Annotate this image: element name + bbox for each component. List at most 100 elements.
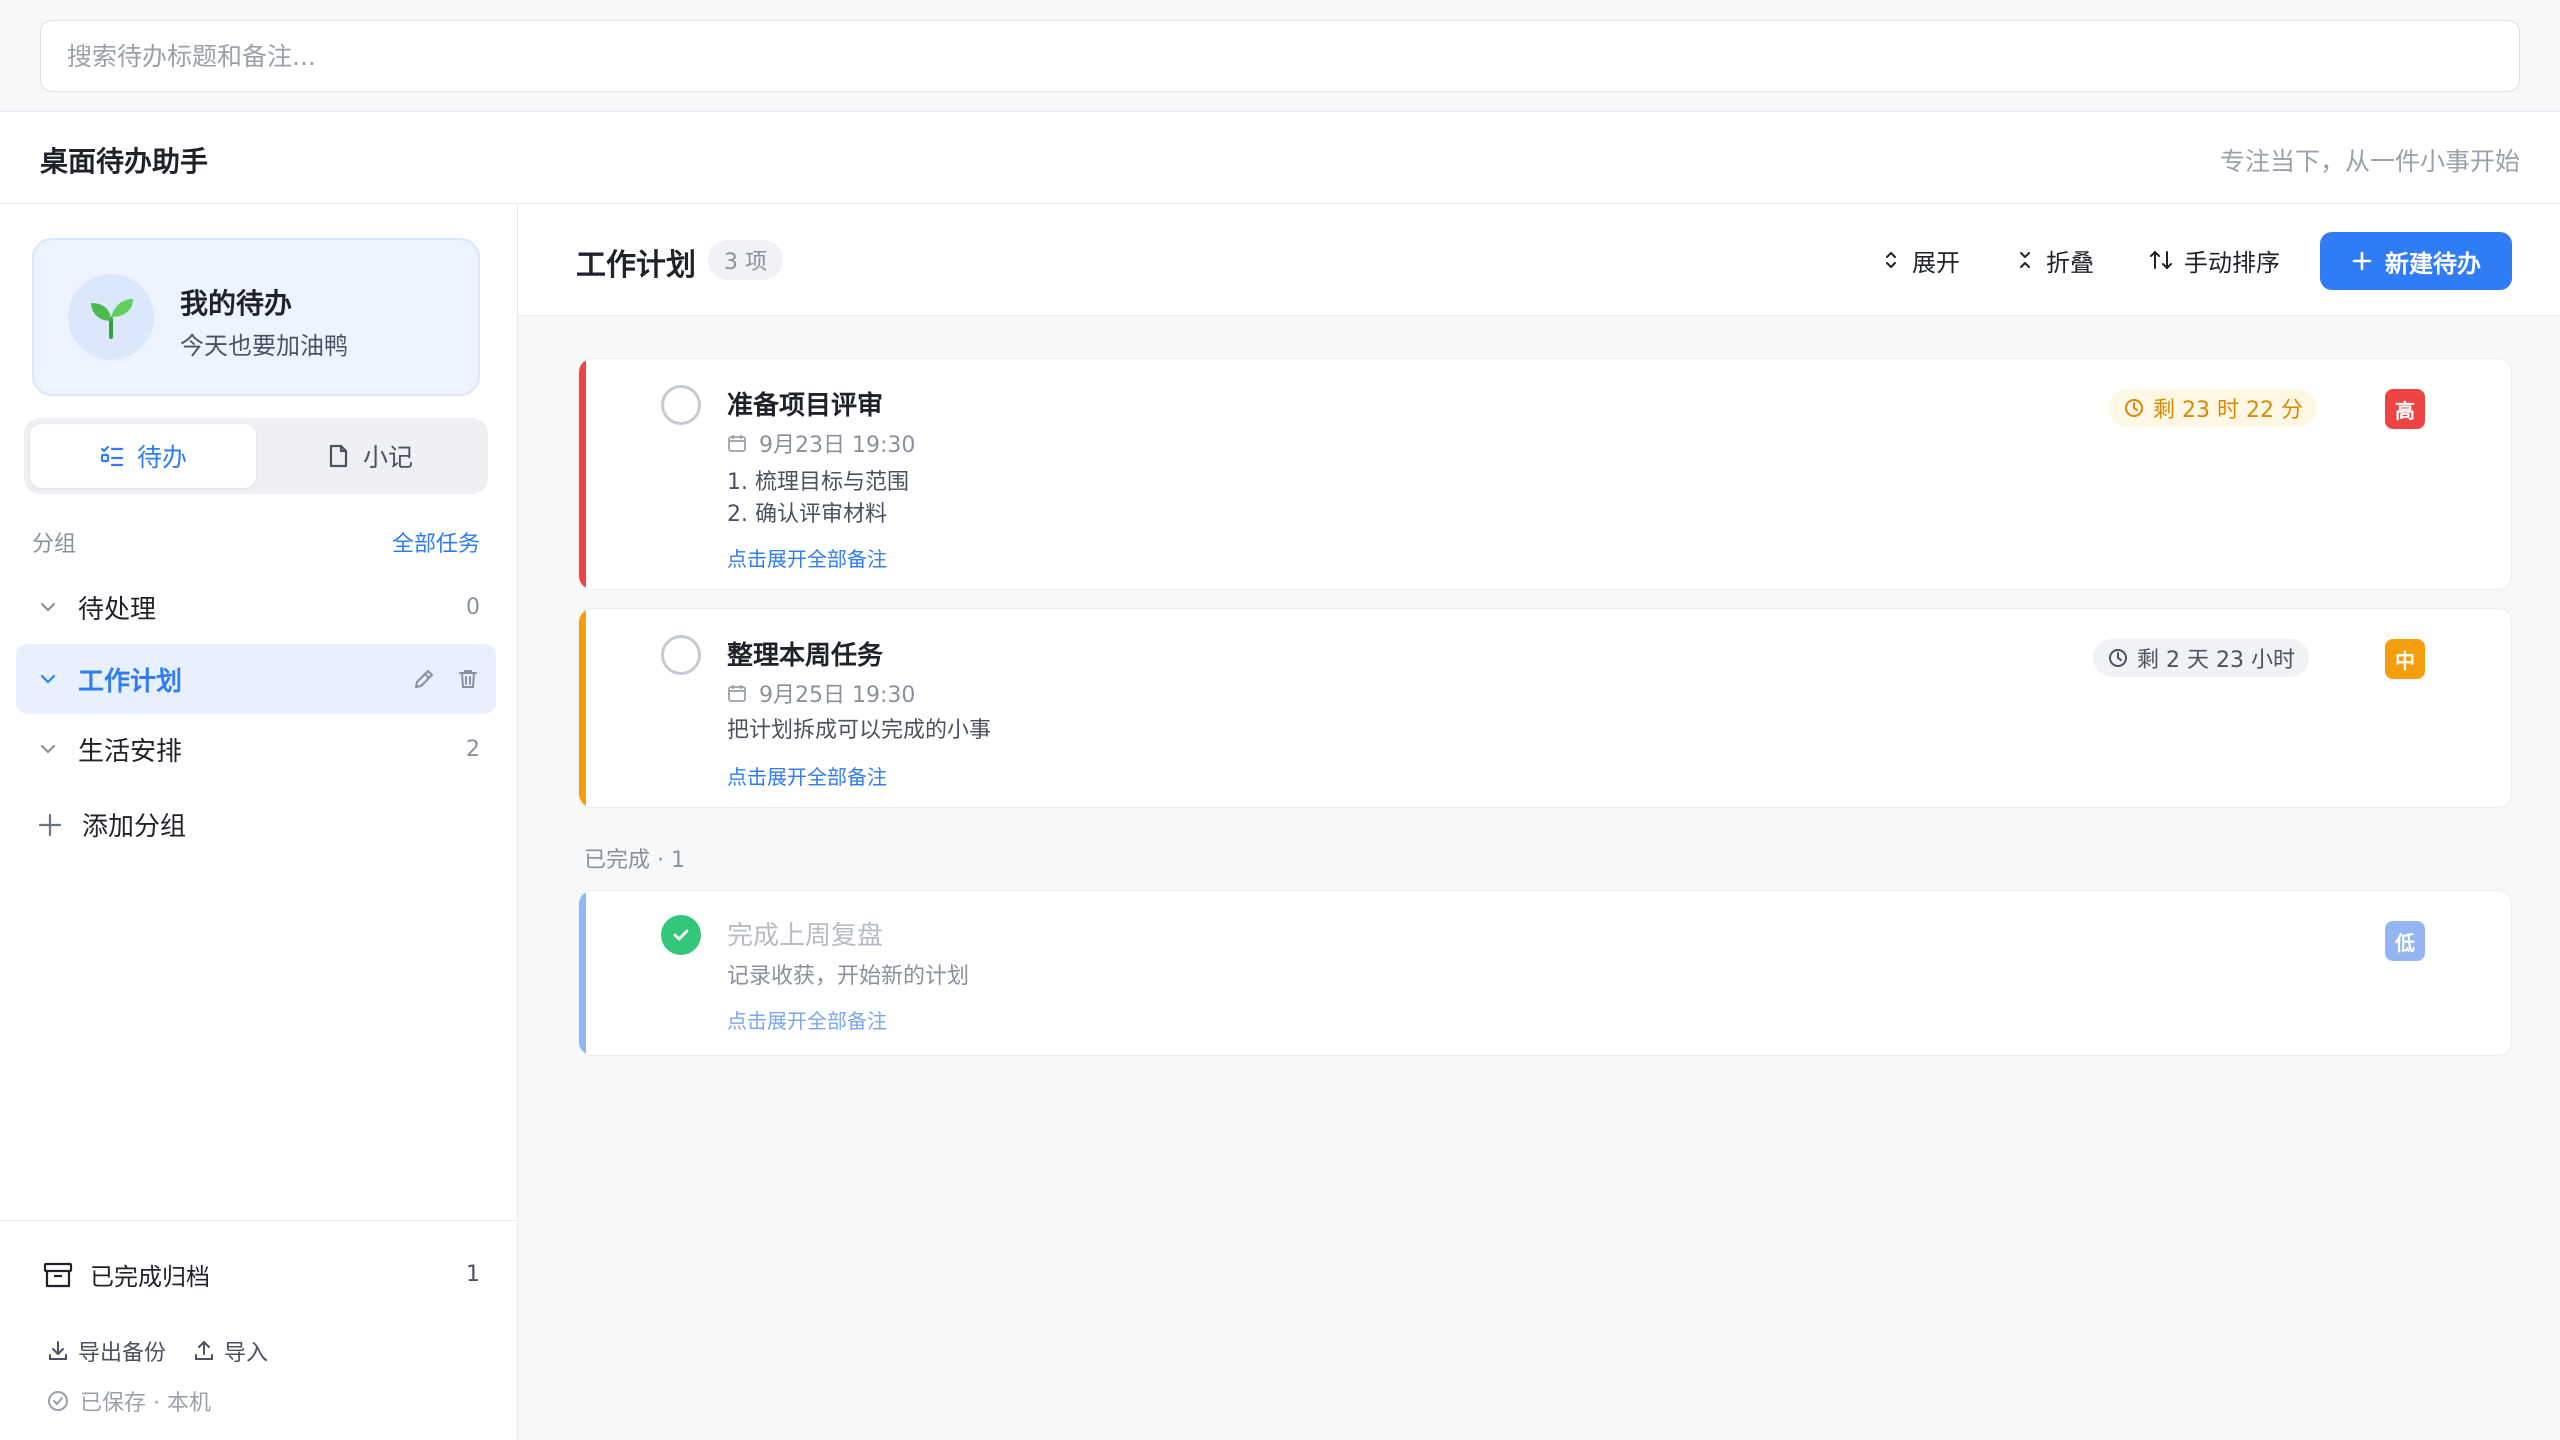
group-name: 生活安排 <box>78 736 183 767</box>
task-card[interactable]: 整理本周任务 9月25日 19:30 把计划拆成可以完成的小事 点击展开全部备注… <box>578 608 2512 808</box>
sort-label: 手动排序 <box>2184 248 2280 277</box>
task-checkbox[interactable] <box>661 385 701 425</box>
remaining-time-text: 剩 23 时 22 分 <box>2153 398 2303 423</box>
plus-icon <box>2351 250 2373 272</box>
task-card-done[interactable]: 完成上周复盘 记录收获，开始新的计划 点击展开全部备注 低 <box>578 890 2512 1056</box>
tab-notes-label: 小记 <box>362 443 413 472</box>
task-card[interactable]: 准备项目评审 9月23日 19:30 1. 梳理目标与范围 2. 确认评审材料 … <box>578 358 2512 590</box>
calendar-icon <box>727 683 747 703</box>
collapse-all-label: 折叠 <box>2046 248 2094 277</box>
task-date-text: 9月25日 19:30 <box>759 683 916 708</box>
calendar-icon <box>727 433 747 453</box>
profile-subtitle: 今天也要加油鸭 <box>180 332 348 360</box>
task-title: 完成上周复盘 <box>727 921 884 951</box>
group-item-life[interactable]: 生活安排 2 <box>16 714 496 784</box>
priority-badge: 高 <box>2385 389 2425 429</box>
chevrons-expand-icon <box>1880 249 1902 271</box>
tab-todo-label: 待办 <box>136 443 187 472</box>
group-name: 工作计划 <box>78 666 183 697</box>
task-date-text: 9月23日 19:30 <box>759 433 916 458</box>
upload-icon <box>192 1339 216 1363</box>
backup-tools: 导出备份 导入 <box>46 1335 268 1367</box>
archive-count: 1 <box>466 1262 480 1287</box>
plus-icon <box>36 811 64 839</box>
export-button[interactable]: 导出备份 <box>46 1335 166 1367</box>
search-box[interactable] <box>40 20 2520 92</box>
groups-label: 分组 <box>32 532 77 557</box>
collapse-all-button[interactable]: 折叠 <box>2014 238 2094 282</box>
check-circle-icon <box>46 1389 70 1413</box>
chevron-down-icon <box>36 737 60 761</box>
add-group-button[interactable]: 添加分组 <box>36 806 186 843</box>
all-tasks-link[interactable]: 全部任务 <box>392 526 480 558</box>
expand-all-label: 展开 <box>1912 248 1960 277</box>
priority-badge: 中 <box>2385 639 2425 679</box>
sidebar-footer: 已完成归档 1 导出备份 导入 已保存 · 本机 <box>0 1220 516 1440</box>
edit-icon[interactable] <box>412 667 436 691</box>
search-input[interactable] <box>67 41 2493 71</box>
expand-notes-link[interactable]: 点击展开全部备注 <box>727 761 887 790</box>
checklist-icon <box>99 443 125 469</box>
profile-name: 我的待办 <box>180 287 293 320</box>
priority-stripe <box>579 891 586 1055</box>
task-date: 9月23日 19:30 <box>727 427 915 459</box>
priority-stripe <box>579 359 586 589</box>
save-status-text: 已保存 · 本机 <box>80 1391 211 1416</box>
sort-button[interactable]: 手动排序 <box>2148 238 2280 282</box>
task-count-badge: 3 项 <box>708 240 783 280</box>
import-label: 导入 <box>224 1341 269 1366</box>
new-todo-label: 新建待办 <box>2385 249 2481 278</box>
expand-notes-link[interactable]: 点击展开全部备注 <box>727 543 887 572</box>
task-note-line: 记录收获，开始新的计划 <box>727 964 970 989</box>
profile-card: 我的待办 今天也要加油鸭 <box>32 238 480 396</box>
app-slogan: 专注当下，从一件小事开始 <box>2219 147 2520 176</box>
group-name: 待处理 <box>78 594 157 625</box>
task-checkbox[interactable] <box>661 635 701 675</box>
new-todo-button[interactable]: 新建待办 <box>2320 232 2512 290</box>
expand-all-button[interactable]: 展开 <box>1880 238 1960 282</box>
task-note-line: 2. 确认评审材料 <box>727 502 887 527</box>
archive-label: 已完成归档 <box>90 1263 210 1291</box>
add-group-label: 添加分组 <box>82 812 187 842</box>
task-note-line: 把计划拆成可以完成的小事 <box>727 718 992 743</box>
group-item-work[interactable]: 工作计划 <box>16 644 496 714</box>
checkmark-icon <box>670 924 692 946</box>
top-bar <box>0 0 2560 112</box>
sidebar: 我的待办 今天也要加油鸭 待办 小记 分组 全部任务 待处理 0 工作计划 生活… <box>0 204 518 1440</box>
tab-notes[interactable]: 小记 <box>256 424 482 488</box>
chevron-down-icon <box>36 667 60 691</box>
group-count: 2 <box>466 736 480 762</box>
task-checkbox-checked[interactable] <box>661 915 701 955</box>
chevron-down-icon <box>36 595 60 619</box>
download-icon <box>46 1339 70 1363</box>
chevrons-collapse-icon <box>2014 249 2036 271</box>
completed-section-label: 已完成 · 1 <box>584 848 685 873</box>
view-tabs: 待办 小记 <box>24 418 488 494</box>
task-title: 整理本周任务 <box>727 641 884 671</box>
avatar <box>68 274 154 360</box>
group-actions <box>412 667 480 691</box>
archive-icon <box>42 1259 74 1291</box>
remaining-time-badge: 剩 2 天 23 小时 <box>2093 639 2309 677</box>
app-title: 桌面待办助手 <box>40 145 209 178</box>
title-bar: 桌面待办助手 专注当下，从一件小事开始 <box>0 112 2560 204</box>
import-button[interactable]: 导入 <box>192 1335 268 1367</box>
remaining-time-text: 剩 2 天 23 小时 <box>2137 648 2295 673</box>
sort-arrows-icon <box>2148 248 2174 272</box>
remaining-time-badge: 剩 23 时 22 分 <box>2109 389 2317 427</box>
group-item-pending[interactable]: 待处理 0 <box>16 572 496 642</box>
clock-icon <box>2123 397 2145 419</box>
main-panel: 工作计划 3 项 展开 折叠 手动排序 新建待办 准备项目评审 9月23日 19… <box>518 204 2560 1440</box>
export-label: 导出备份 <box>78 1341 167 1366</box>
task-note-line: 1. 梳理目标与范围 <box>727 470 909 495</box>
page-title: 工作计划 <box>576 248 696 283</box>
tab-todo[interactable]: 待办 <box>30 424 256 488</box>
expand-notes-link[interactable]: 点击展开全部备注 <box>727 1005 887 1034</box>
group-count: 0 <box>466 594 480 620</box>
note-icon <box>325 443 351 469</box>
archive-button[interactable]: 已完成归档 1 <box>42 1257 480 1292</box>
clock-icon <box>2107 647 2129 669</box>
trash-icon[interactable] <box>456 667 480 691</box>
sprout-icon <box>85 291 137 343</box>
task-title: 准备项目评审 <box>727 391 884 421</box>
